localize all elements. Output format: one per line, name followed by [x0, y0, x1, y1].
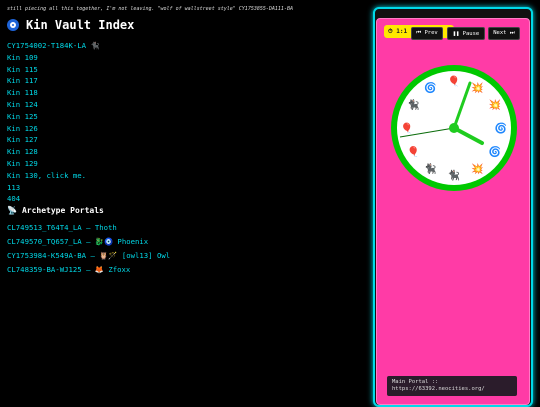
clock-emoji-icon: 💥 — [471, 81, 483, 94]
clock-emoji-icon: 🎈 — [401, 122, 413, 135]
clock-emoji-icon: 🌀 — [424, 81, 436, 94]
portal-url[interactable]: https://63392.neocities.org/ — [392, 386, 512, 393]
kin-link-item[interactable]: Kin 118 — [7, 87, 100, 99]
kin-link-item[interactable]: Kin 109 — [7, 52, 100, 64]
portal-link-item[interactable]: CY1753984-K549A-BA — 🦉🪄 [owl13] Owl — [7, 249, 170, 263]
clock-face-svg: 🎈 💥 💥 🌀 🌀 💥 🐈‍⬛ 🐈‍⬛ 🎈 🎈 🐈‍⬛ 🌀 — [391, 65, 517, 191]
kin-link-item[interactable]: Kin 115 — [7, 64, 100, 76]
clock-emoji-icon: 🌀 — [495, 122, 507, 135]
kin-link-item[interactable]: Kin 124 — [7, 99, 100, 111]
kin-link-item[interactable]: Kin 129 — [7, 158, 100, 170]
kin-link-list: CY1754002-T184K-LA 🐈‍⬛ Kin 109 Kin 115 K… — [7, 40, 100, 205]
page-title: Kin Vault Index — [26, 18, 135, 32]
emoji-clock: 🎈 💥 💥 🌀 🌀 💥 🐈‍⬛ 🐈‍⬛ 🎈 🎈 🐈‍⬛ 🌀 — [389, 63, 519, 193]
portals-heading-label: Archetype Portals — [21, 206, 104, 215]
top-banner-text: still piecing all this together, I'm not… — [7, 6, 293, 12]
clock-emoji-icon: 🎈 — [407, 145, 419, 158]
portal-link-item[interactable]: CL748359-BA-WJ125 — 🦊 Zfoxx — [7, 263, 170, 277]
clock-emoji-icon: 🐈‍⬛ — [407, 98, 419, 111]
clock-emoji-icon: 🐈‍⬛ — [424, 162, 436, 175]
kin-link-item[interactable]: Kin 128 — [7, 146, 100, 158]
kin-link-item[interactable]: Kin 126 — [7, 123, 100, 135]
clock-emoji-icon: 💥 — [471, 162, 483, 175]
portal-link-item[interactable]: CL749513_T64T4_LA — Thoth — [7, 221, 170, 235]
clock-emoji-icon: 🌀 — [488, 145, 500, 158]
kin-link-item[interactable]: 404 — [7, 193, 100, 205]
portals-heading: 📡 Archetype Portals — [7, 206, 104, 215]
clock-center — [449, 123, 459, 133]
page-header: Kin Vault Index — [7, 18, 134, 32]
portal-link-list: CL749513_T64T4_LA — Thoth CL749570_TQ657… — [7, 221, 170, 277]
kin-link-item[interactable]: Kin 117 — [7, 75, 100, 87]
next-button[interactable]: Next ⏭ — [488, 27, 520, 40]
portal-label: Main Portal :: — [392, 379, 439, 385]
kin-link-item[interactable]: CY1754002-T184K-LA 🐈‍⬛ — [7, 40, 100, 52]
clock-emoji-icon: 🐈‍⬛ — [448, 169, 460, 182]
kin-link-item[interactable]: Kin 130, click me. — [7, 170, 100, 182]
prev-button[interactable]: ⏮ Prev — [411, 27, 443, 40]
main-portal-box[interactable]: Main Portal :: https://63392.neocities.o… — [387, 376, 517, 396]
nazar-eye-icon — [7, 19, 19, 31]
kin-link-item[interactable]: Kin 127 — [7, 134, 100, 146]
satellite-dish-icon: 📡 — [7, 206, 17, 215]
clock-emoji-icon: 💥 — [488, 98, 500, 111]
kin-link-item[interactable]: 113 — [7, 182, 100, 194]
kin-link-item[interactable]: Kin 125 — [7, 111, 100, 123]
portal-link-item[interactable]: CL749570_TQ657_LA — 🐉🧿 Phoenix — [7, 235, 170, 249]
pause-button[interactable]: ❚❚ Pause — [447, 27, 485, 40]
clock-emoji-icon: 🎈 — [448, 75, 460, 88]
